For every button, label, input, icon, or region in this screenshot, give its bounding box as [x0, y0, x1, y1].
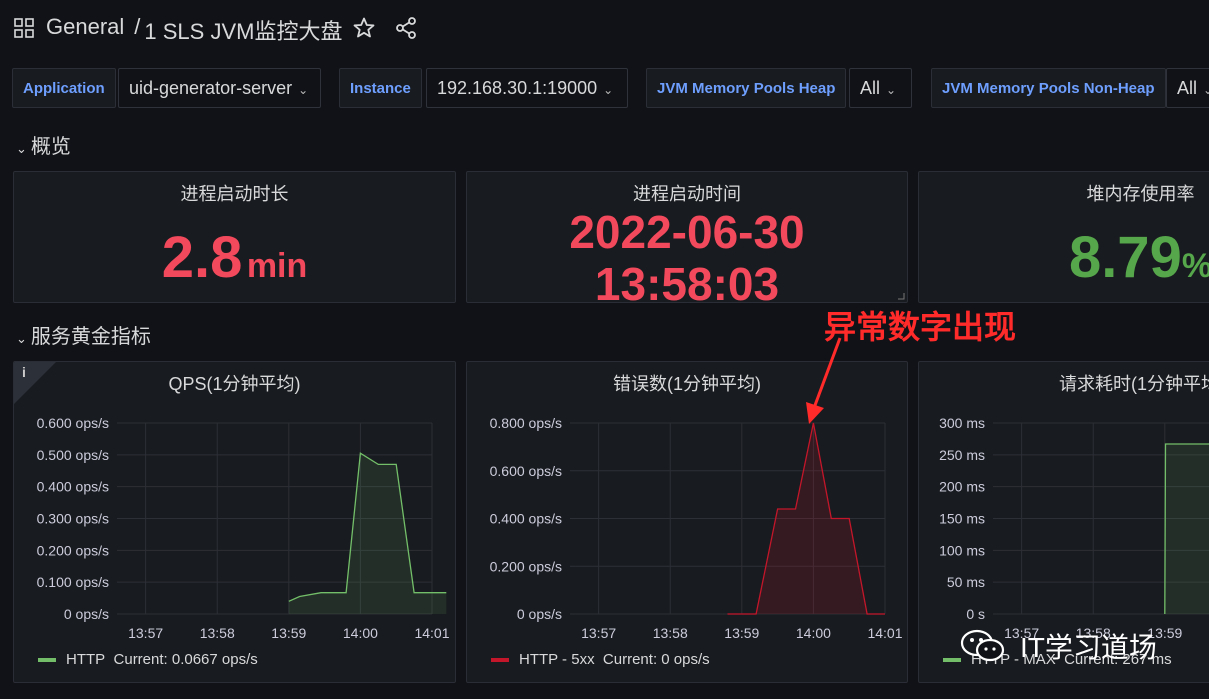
y-tick-label: 0.300 ops/s [37, 511, 109, 527]
start-date: 2022-06-30 [569, 206, 805, 258]
resize-handle-icon[interactable] [897, 292, 905, 300]
legend-current: Current: 0.0667 ops/s [113, 651, 258, 668]
series-area [288, 453, 447, 614]
var-instance-select[interactable]: 192.168.30.1:19000 ⌄ [426, 68, 628, 108]
watermark-text: IT学习道场 [1020, 632, 1157, 663]
y-tick-label: 250 ms [939, 447, 985, 463]
breadcrumb-separator: / [134, 14, 141, 39]
breadcrumb-folder[interactable]: General [46, 14, 124, 46]
row-overview[interactable]: ⌄ 概览 [16, 130, 71, 159]
y-tick-label: 150 ms [939, 511, 985, 527]
y-tick-label: 100 ms [939, 542, 985, 558]
y-tick-label: 0.100 ops/s [37, 574, 109, 590]
star-icon[interactable] [352, 16, 376, 40]
var-heap-select[interactable]: All ⌄ [849, 68, 912, 108]
x-tick-label: 14:01 [867, 625, 902, 641]
heap-number: 8.79 [1068, 225, 1182, 290]
dashboards-grid-icon[interactable] [14, 18, 34, 38]
chevron-down-icon: ⌄ [16, 141, 27, 156]
legend-item[interactable]: HTTP - 5xx Current: 0 ops/s [491, 651, 710, 668]
x-tick-label: 14:00 [343, 625, 378, 641]
y-tick-label: 0.600 ops/s [490, 463, 562, 479]
stat-value-uptime: 2.8 min [14, 224, 455, 291]
dashboard-title[interactable]: 1 SLS JVM监控大盘 [144, 14, 342, 46]
var-application-value: uid-generator-server [129, 78, 293, 98]
qps-chart: 0.600 ops/s 0.500 ops/s 0.400 ops/s 0.300 o… [37, 415, 450, 641]
stat-panel-start-time: 进程启动时间 2022-06-30 13:58:03 [466, 171, 908, 303]
y-tick-label: 0.400 ops/s [37, 479, 109, 495]
y-tick-label: 0.800 ops/s [490, 415, 562, 431]
series-area [1164, 444, 1209, 614]
top-navbar: General / 1 SLS JVM监控大盘 [0, 0, 1209, 56]
y-tick-label: 0.500 ops/s [37, 447, 109, 463]
chevron-down-icon: ⌄ [886, 83, 897, 97]
var-heap-label: JVM Memory Pools Heap [646, 68, 847, 108]
wechat-icon [960, 629, 1005, 662]
x-tick-label: 14:01 [414, 625, 449, 641]
x-tick-label: 13:57 [581, 625, 616, 641]
var-nonheap-value: All [1177, 78, 1198, 98]
share-icon[interactable] [394, 16, 418, 40]
graph-panel-qps: i QPS(1分钟平均) 0.600 ops/s 0.500 ops/s 0.400… [13, 361, 456, 683]
chevron-down-icon: ⌄ [1203, 83, 1209, 97]
var-nonheap-label: JVM Memory Pools Non-Heap [931, 68, 1166, 108]
y-tick-label: 50 ms [947, 574, 985, 590]
panel-title: 堆内存使用率 [1086, 184, 1195, 204]
start-time: 13:58:03 [594, 258, 780, 303]
x-tick-label: 13:57 [128, 625, 163, 641]
breadcrumb: General / 1 SLS JVM监控大盘 [46, 14, 342, 46]
annotation-text: 异常数字出现 [824, 309, 1017, 345]
y-tick-label: 0 ops/s [517, 606, 562, 622]
var-nonheap-select[interactable]: All ⌄ [1166, 68, 1209, 108]
x-tick-label: 13:58 [200, 625, 235, 641]
legend-item[interactable]: HTTP Current: 0.0667 ops/s [38, 651, 258, 668]
uptime-unit: min [246, 247, 308, 285]
uptime-number: 2.8 [161, 225, 243, 290]
legend-swatch [943, 657, 961, 662]
y-tick-label: 0.200 ops/s [37, 542, 109, 558]
var-application-label: Application [12, 68, 116, 108]
y-tick-label: 0 s [966, 606, 985, 622]
y-tick-label: 0.600 ops/s [37, 415, 109, 431]
legend-current: Current: 0 ops/s [602, 651, 710, 668]
stat-value-heap: 8.79% [919, 224, 1209, 291]
var-application-select[interactable]: uid-generator-server ⌄ [118, 68, 321, 108]
x-tick-label: 14:00 [796, 625, 831, 641]
panel-title: 进程启动时间 [633, 184, 741, 204]
y-tick-label: 300 ms [939, 415, 985, 431]
heap-unit: % [1182, 247, 1209, 285]
y-tick-label: 200 ms [939, 479, 985, 495]
legend-swatch [491, 657, 509, 662]
y-tick-label: 0.400 ops/s [490, 511, 562, 527]
chevron-down-icon: ⌄ [298, 83, 309, 97]
var-instance-value: 192.168.30.1:19000 [437, 78, 598, 98]
legend-series-name: HTTP - 5xx [519, 651, 595, 668]
x-tick-label: 13:59 [271, 625, 306, 641]
var-heap-value: All [860, 78, 881, 98]
stat-value-start-time: 2022-06-30 13:58:03 [467, 206, 907, 303]
var-instance-label: Instance [339, 68, 422, 108]
chevron-down-icon: ⌄ [16, 331, 27, 346]
row-golden-metrics[interactable]: ⌄ 服务黄金指标 [16, 320, 151, 349]
row-golden-title: 服务黄金指标 [30, 326, 151, 348]
x-tick-label: 13:58 [653, 625, 688, 641]
y-tick-label: 0.200 ops/s [490, 558, 562, 574]
legend-swatch [38, 657, 56, 662]
watermark: IT学习道场 [960, 626, 1157, 666]
stat-panel-uptime: 进程启动时长 2.8 min [13, 171, 456, 303]
chevron-down-icon: ⌄ [603, 83, 614, 97]
x-tick-label: 13:59 [724, 625, 759, 641]
stat-panel-heap-usage: 堆内存使用率 8.79% [918, 171, 1209, 303]
panel-title: 进程启动时长 [180, 184, 289, 204]
y-tick-label: 0 ops/s [64, 606, 109, 622]
row-overview-title: 概览 [30, 136, 71, 158]
legend-series-name: HTTP [66, 651, 106, 668]
annotation-arrow-icon [806, 337, 842, 424]
